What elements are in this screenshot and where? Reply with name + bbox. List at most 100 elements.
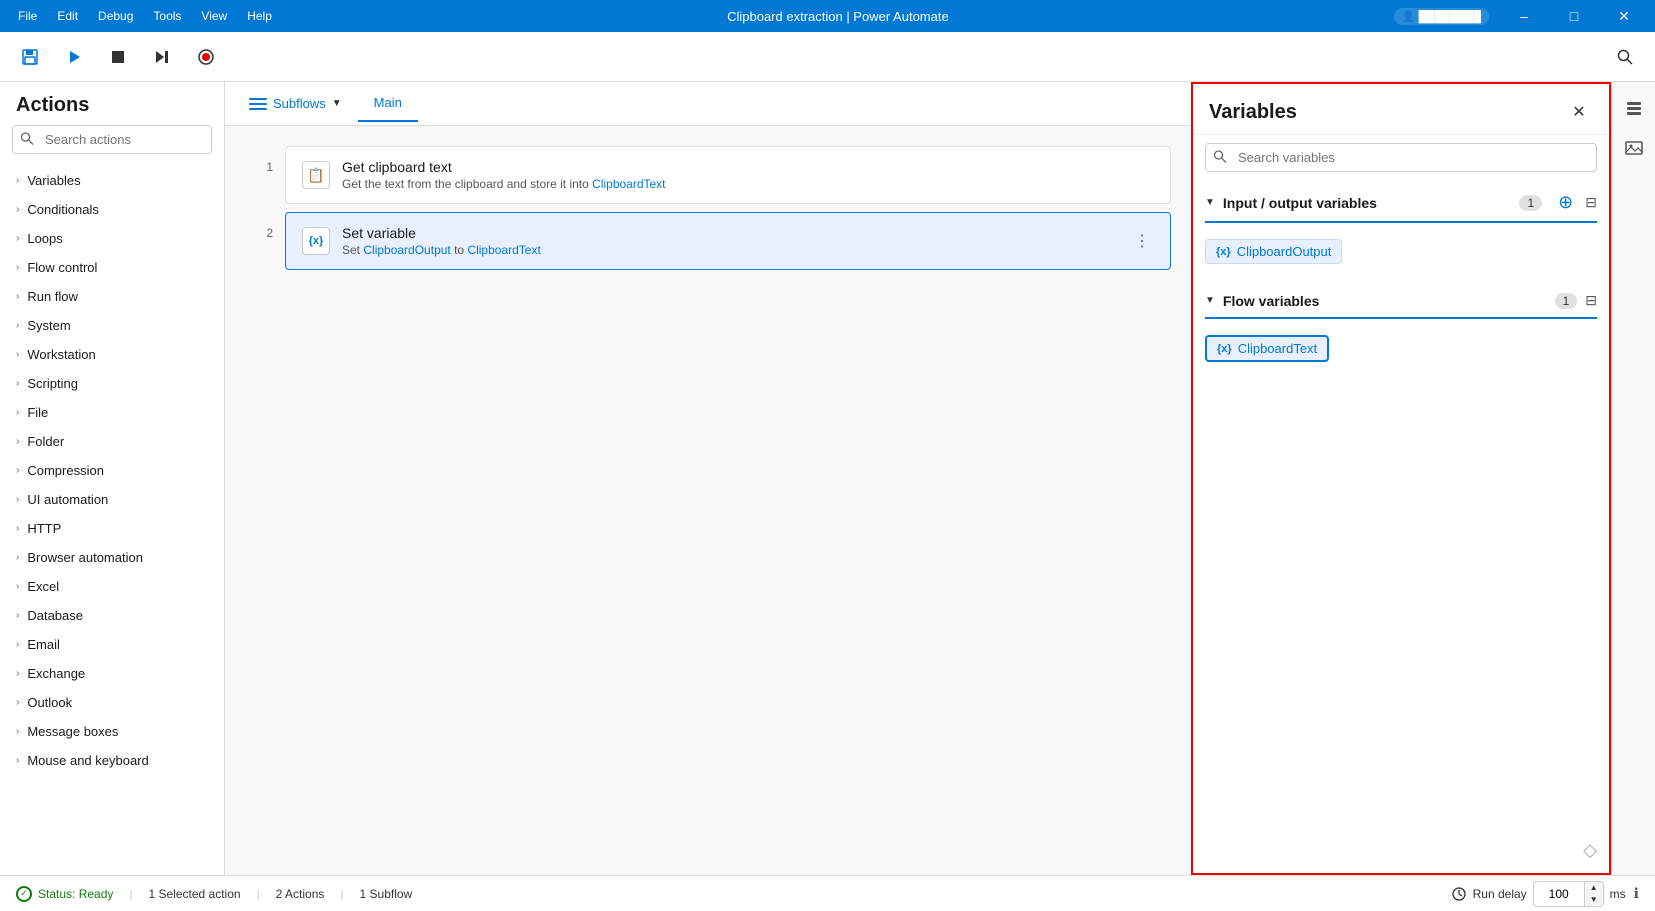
canvas-area: Subflows ▼ Main 1 📋 Get clipboard text G… — [225, 82, 1191, 875]
action-item-email[interactable]: ›Email — [0, 630, 224, 659]
action-item-browser-automation[interactable]: ›Browser automation — [0, 543, 224, 572]
action-label: Message boxes — [27, 724, 118, 739]
flow-variables-chevron: ▼ — [1205, 295, 1215, 306]
action-item-ui-automation[interactable]: ›UI automation — [0, 485, 224, 514]
action-item-flow-control[interactable]: ›Flow control — [0, 253, 224, 282]
step-desc-1: Get the text from the clipboard and stor… — [342, 177, 1154, 191]
run-delay-info-button[interactable]: ℹ — [1634, 885, 1639, 902]
action-chevron: › — [16, 320, 19, 331]
record-button[interactable] — [188, 39, 224, 75]
step-desc-2: Set ClipboardOutput to ClipboardText — [342, 243, 1118, 257]
flow-variables-section-header[interactable]: ▼ Flow variables 1 ⊟ — [1193, 284, 1609, 317]
action-item-excel[interactable]: ›Excel — [0, 572, 224, 601]
clipboard-output-chip[interactable]: {x} ClipboardOutput — [1205, 239, 1342, 264]
next-step-button[interactable] — [144, 39, 180, 75]
add-variable-button[interactable]: ⊕ — [1558, 192, 1573, 213]
menu-view[interactable]: View — [191, 0, 237, 32]
step-content-1: Get clipboard text Get the text from the… — [342, 159, 1154, 191]
action-item-database[interactable]: ›Database — [0, 601, 224, 630]
menu-edit[interactable]: Edit — [47, 0, 88, 32]
action-item-variables[interactable]: ›Variables — [0, 166, 224, 195]
subflows-chevron: ▼ — [332, 98, 342, 109]
minimize-button[interactable]: – — [1501, 0, 1547, 32]
action-label: File — [27, 405, 48, 420]
close-button[interactable]: ✕ — [1601, 0, 1647, 32]
action-label: Mouse and keyboard — [27, 753, 148, 768]
action-item-http[interactable]: ›HTTP — [0, 514, 224, 543]
status-bar: Status: Ready | 1 Selected action | 2 Ac… — [0, 875, 1655, 911]
search-toolbar-button[interactable] — [1607, 39, 1643, 75]
save-button[interactable] — [12, 39, 48, 75]
input-output-section-header[interactable]: ▼ Input / output variables 1 ⊕ ⊟ — [1193, 184, 1609, 221]
step-menu-2[interactable]: ⋮ — [1130, 227, 1154, 255]
clipboard-text-chip[interactable]: {x} ClipboardText — [1205, 335, 1329, 362]
action-item-conditionals[interactable]: ›Conditionals — [0, 195, 224, 224]
action-chevron: › — [16, 668, 19, 679]
variables-search-icon — [1213, 149, 1227, 166]
menu-tools[interactable]: Tools — [143, 0, 191, 32]
input-output-filter-icon[interactable]: ⊟ — [1585, 194, 1597, 211]
action-item-folder[interactable]: ›Folder — [0, 427, 224, 456]
restore-button[interactable]: □ — [1551, 0, 1597, 32]
step-var-1: ClipboardText — [592, 177, 665, 191]
action-item-system[interactable]: ›System — [0, 311, 224, 340]
action-chevron: › — [16, 291, 19, 302]
subflow-count: 1 Subflow — [360, 887, 413, 901]
stop-button[interactable] — [100, 39, 136, 75]
action-item-file[interactable]: ›File — [0, 398, 224, 427]
action-chevron: › — [16, 262, 19, 273]
action-item-message-boxes[interactable]: ›Message boxes — [0, 717, 224, 746]
action-item-loops[interactable]: ›Loops — [0, 224, 224, 253]
action-chevron: › — [16, 552, 19, 563]
run-delay-input-wrap: ▲ ▼ — [1533, 881, 1604, 907]
input-output-count-badge: 1 — [1519, 195, 1542, 211]
menu-debug[interactable]: Debug — [88, 0, 143, 32]
action-item-scripting[interactable]: ›Scripting — [0, 369, 224, 398]
variables-search-input[interactable] — [1205, 143, 1597, 172]
action-chevron: › — [16, 465, 19, 476]
action-item-compression[interactable]: ›Compression — [0, 456, 224, 485]
action-label: Scripting — [27, 376, 78, 391]
flow-variables-filter-icon[interactable]: ⊟ — [1585, 292, 1597, 309]
actions-search-icon — [20, 131, 34, 148]
run-delay-label: Run delay — [1473, 887, 1527, 901]
run-button[interactable] — [56, 39, 92, 75]
step-set-var-2: ClipboardOutput — [363, 243, 450, 257]
actions-title: Actions — [0, 82, 224, 125]
variables-close-button[interactable]: ✕ — [1565, 98, 1593, 126]
action-chevron: › — [16, 233, 19, 244]
action-item-run-flow[interactable]: ›Run flow — [0, 282, 224, 311]
menu-file[interactable]: File — [8, 0, 47, 32]
run-delay-increment[interactable]: ▲ — [1585, 882, 1603, 894]
actions-search-input[interactable] — [12, 125, 212, 154]
title-bar: File Edit Debug Tools View Help Clipboar… — [0, 0, 1655, 32]
run-delay-input[interactable] — [1534, 884, 1584, 904]
subflows-button[interactable]: Subflows ▼ — [237, 88, 354, 119]
step-title-2: Set variable — [342, 225, 1118, 241]
step-card-1[interactable]: 📋 Get clipboard text Get the text from t… — [285, 146, 1171, 204]
run-delay-decrement[interactable]: ▼ — [1585, 894, 1603, 906]
action-item-exchange[interactable]: ›Exchange — [0, 659, 224, 688]
action-chevron: › — [16, 639, 19, 650]
step-card-2[interactable]: {x} Set variable Set ClipboardOutput to … — [285, 212, 1171, 270]
action-chevron: › — [16, 755, 19, 766]
tab-main[interactable]: Main — [358, 85, 418, 122]
clock-icon — [1451, 886, 1467, 902]
run-delay-area: Run delay ▲ ▼ ms ℹ — [1451, 881, 1639, 907]
action-item-outlook[interactable]: ›Outlook — [0, 688, 224, 717]
action-item-mouse-and-keyboard[interactable]: › Mouse and keyboard — [0, 746, 224, 775]
step-icon-2: {x} — [302, 227, 330, 255]
user-account[interactable]: 👤 ████████ — [1394, 8, 1489, 25]
action-chevron: › — [16, 494, 19, 505]
action-item-workstation[interactable]: ›Workstation — [0, 340, 224, 369]
actions-panel: Actions ›Variables›Conditionals›Loops›Fl… — [0, 82, 225, 875]
action-label: Variables — [27, 173, 80, 188]
step-number-2: 2 — [245, 212, 273, 240]
content-area: Actions ›Variables›Conditionals›Loops›Fl… — [0, 82, 1655, 875]
image-button[interactable] — [1616, 130, 1652, 166]
layers-button[interactable] — [1616, 90, 1652, 126]
step-content-2: Set variable Set ClipboardOutput to Clip… — [342, 225, 1118, 257]
flow-step-1: 1 📋 Get clipboard text Get the text from… — [245, 146, 1171, 204]
menu-help[interactable]: Help — [237, 0, 282, 32]
action-chevron: › — [16, 204, 19, 215]
